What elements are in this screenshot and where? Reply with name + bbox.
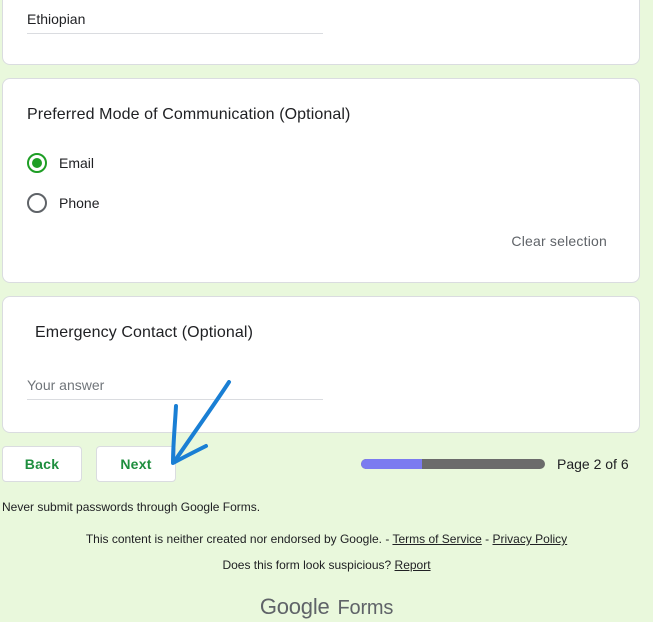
google-forms-logo[interactable]: Google Forms bbox=[0, 594, 653, 620]
emergency-contact-card: Emergency Contact (Optional) bbox=[2, 296, 640, 433]
progress-bar bbox=[361, 459, 545, 469]
terms-of-service-link[interactable]: Terms of Service bbox=[392, 532, 481, 546]
suspicious-line: Does this form look suspicious? Report bbox=[0, 558, 653, 572]
disclaimer-text: This content is neither created nor endo… bbox=[85, 532, 390, 546]
next-button[interactable]: Next bbox=[96, 446, 176, 482]
radio-option-phone[interactable]: Phone bbox=[27, 193, 99, 213]
emergency-question-title: Emergency Contact (Optional) bbox=[35, 324, 254, 341]
password-warning: Never submit passwords through Google Fo… bbox=[2, 500, 261, 514]
privacy-policy-link[interactable]: Privacy Policy bbox=[493, 532, 568, 546]
clear-selection-button[interactable]: Clear selection bbox=[511, 233, 607, 249]
footer-separator: - bbox=[485, 532, 490, 546]
communication-question-title: Preferred Mode of Communication (Optiona… bbox=[27, 106, 351, 123]
radio-label-email: Email bbox=[59, 155, 95, 171]
suspicious-text: Does this form look suspicious? bbox=[222, 558, 392, 572]
nationality-answer[interactable]: Ethiopian bbox=[27, 11, 323, 34]
report-link[interactable]: Report bbox=[395, 558, 431, 572]
communication-card: Preferred Mode of Communication (Optiona… bbox=[2, 78, 640, 283]
radio-unchecked-icon[interactable] bbox=[27, 193, 47, 213]
page-indicator: Page 2 of 6 bbox=[557, 456, 629, 472]
progress-bar-fill bbox=[361, 459, 423, 469]
back-button[interactable]: Back bbox=[2, 446, 82, 482]
radio-option-email[interactable]: Email bbox=[27, 153, 94, 173]
nationality-card: Ethiopian bbox=[2, 0, 640, 65]
logo-google-text: Google bbox=[259, 594, 330, 619]
logo-forms-text: Forms bbox=[337, 597, 394, 619]
disclaimer-line: This content is neither created nor endo… bbox=[0, 532, 653, 546]
radio-checked-icon[interactable] bbox=[27, 153, 47, 173]
radio-label-phone: Phone bbox=[59, 195, 100, 211]
blue-hand-drawn-arrow-icon bbox=[171, 380, 231, 465]
